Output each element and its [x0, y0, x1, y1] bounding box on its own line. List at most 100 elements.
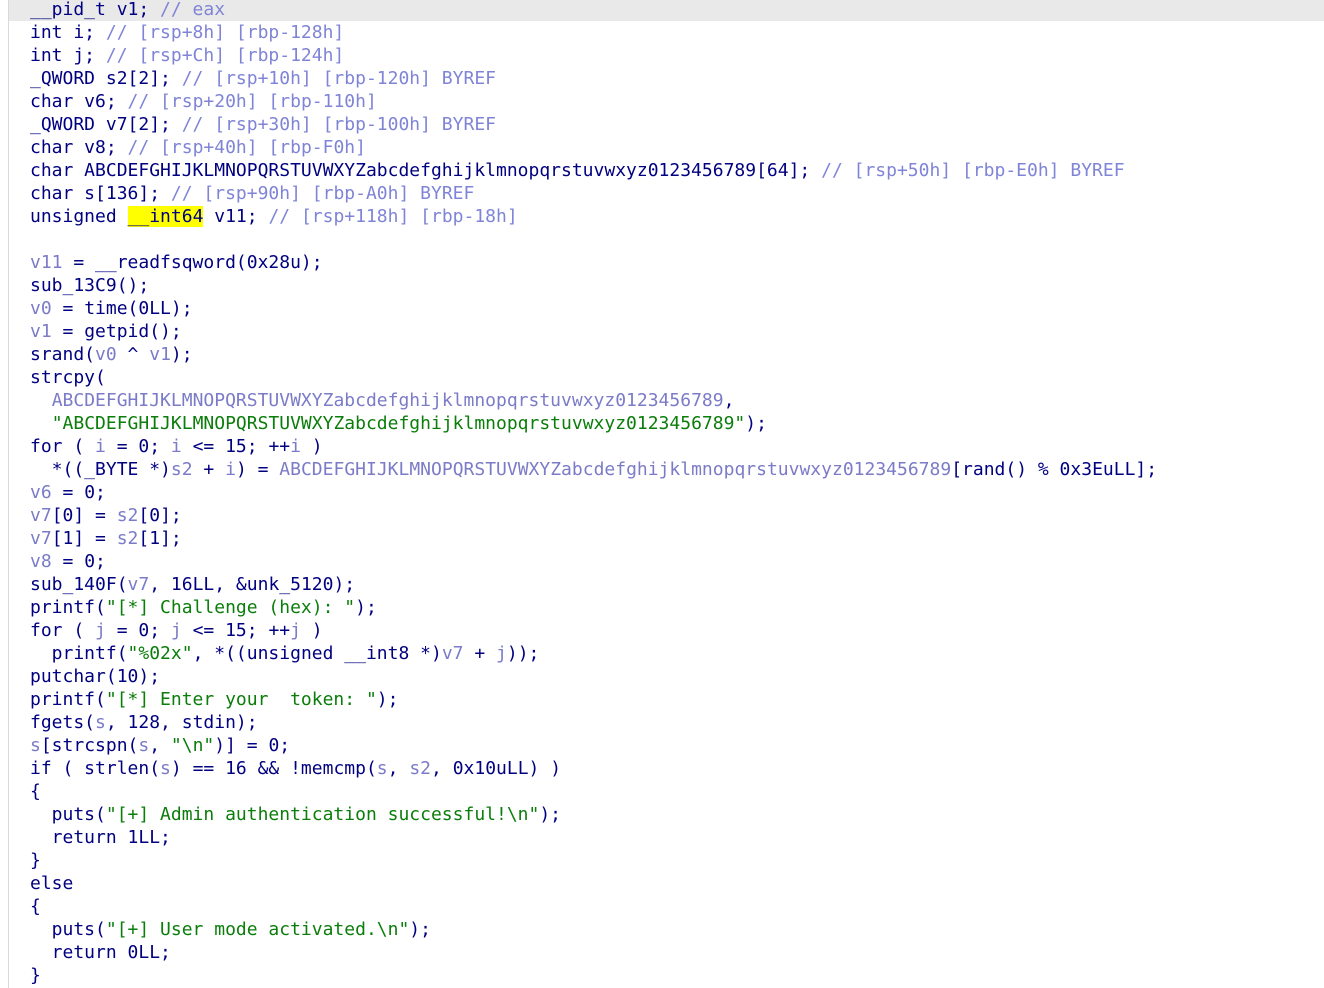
code-line[interactable]: int i; // [rsp+8h] [rbp-128h]: [30, 21, 344, 44]
code-line[interactable]: v11 = __readfsqword(0x28u);: [30, 251, 323, 274]
code-token[interactable]: sub_140F(: [30, 574, 128, 595]
code-token[interactable]: ): [301, 436, 323, 457]
code-token[interactable]: )] = 0;: [214, 735, 290, 756]
code-token[interactable]: v0: [95, 344, 117, 365]
code-token[interactable]: [1] =: [52, 528, 117, 549]
code-token[interactable]: }: [30, 850, 41, 871]
code-token[interactable]: , 128, stdin);: [106, 712, 258, 733]
code-line[interactable]: char s[136]; // [rsp+90h] [rbp-A0h] BYRE…: [30, 182, 474, 205]
code-token[interactable]: <= 15; ++: [182, 436, 291, 457]
code-token[interactable]: ,: [149, 735, 171, 756]
code-token[interactable]: "ABCDEFGHIJKLMNOPQRSTUVWXYZabcdefghijklm…: [52, 413, 746, 434]
code-line[interactable]: printf("[*] Challenge (hex): ");: [30, 596, 377, 619]
code-token[interactable]: *((_BYTE *): [30, 459, 171, 480]
code-token[interactable]: s2: [171, 459, 193, 480]
code-token[interactable]: srand(: [30, 344, 95, 365]
code-token[interactable]: s2: [117, 505, 139, 526]
code-token[interactable]: puts(: [30, 919, 106, 940]
code-token[interactable]: [rand() % 0x3EuLL];: [951, 459, 1157, 480]
code-token[interactable]: );: [171, 344, 193, 365]
code-line[interactable]: }: [30, 849, 41, 872]
code-token[interactable]: i: [225, 459, 236, 480]
code-token[interactable]: [30, 390, 52, 411]
code-line[interactable]: for ( j = 0; j <= 15; ++j ): [30, 619, 323, 642]
code-token[interactable]: s: [377, 758, 388, 779]
code-line[interactable]: v7[0] = s2[0];: [30, 504, 182, 527]
code-token[interactable]: s2: [409, 758, 431, 779]
code-token[interactable]: char v6;: [30, 91, 128, 112]
code-token[interactable]: int j;: [30, 45, 106, 66]
code-line[interactable]: else: [30, 872, 73, 895]
code-token[interactable]: if ( strlen(: [30, 758, 160, 779]
code-token[interactable]: // [rsp+Ch] [rbp-124h]: [106, 45, 344, 66]
code-token[interactable]: s2: [117, 528, 139, 549]
code-line[interactable]: int j; // [rsp+Ch] [rbp-124h]: [30, 44, 344, 67]
code-token[interactable]: // [rsp+8h] [rbp-128h]: [106, 22, 344, 43]
code-token[interactable]: = __readfsqword(0x28u);: [63, 252, 322, 273]
code-token[interactable]: }: [30, 965, 41, 986]
code-token[interactable]: ABCDEFGHIJKLMNOPQRSTUVWXYZabcdefghijklmn…: [52, 390, 724, 411]
code-line[interactable]: sub_13C9();: [30, 274, 149, 297]
code-line[interactable]: return 1LL;: [30, 826, 171, 849]
code-token[interactable]: +: [464, 643, 497, 664]
code-token[interactable]: for (: [30, 436, 95, 457]
code-token[interactable]: __pid_t v1;: [30, 0, 160, 20]
code-line[interactable]: s[strcspn(s, "\n")] = 0;: [30, 734, 290, 757]
code-token[interactable]: _QWORD s2[2];: [30, 68, 182, 89]
code-token[interactable]: v8: [30, 551, 52, 572]
code-token[interactable]: s: [30, 735, 41, 756]
code-token[interactable]: // eax: [160, 0, 225, 20]
code-token[interactable]: // [rsp+40h] [rbp-F0h]: [128, 137, 366, 158]
code-token[interactable]: = 0;: [52, 551, 106, 572]
code-token[interactable]: );: [355, 597, 377, 618]
code-token[interactable]: v6: [30, 482, 52, 503]
code-token[interactable]: ^: [117, 344, 150, 365]
code-line[interactable]: }: [30, 964, 41, 987]
code-token[interactable]: v1: [30, 321, 52, 342]
code-token[interactable]: int i;: [30, 22, 106, 43]
code-token[interactable]: j: [496, 643, 507, 664]
code-token[interactable]: = 0;: [106, 436, 171, 457]
highlighted-token[interactable]: __int64: [127, 206, 204, 227]
code-token[interactable]: [30, 413, 52, 434]
pseudocode-view[interactable]: __pid_t v1; // eax int i; // [rsp+8h] [rb…: [0, 0, 1324, 988]
code-token[interactable]: v7: [30, 505, 52, 526]
code-token[interactable]: );: [409, 919, 431, 940]
code-line[interactable]: fgets(s, 128, stdin);: [30, 711, 258, 734]
code-token[interactable]: s: [160, 758, 171, 779]
code-token[interactable]: , 16LL, &unk_5120);: [149, 574, 355, 595]
code-line[interactable]: return 0LL;: [30, 941, 171, 964]
code-token[interactable]: ) == 16 && !memcmp(: [171, 758, 377, 779]
code-token[interactable]: <= 15; ++: [182, 620, 291, 641]
code-line[interactable]: for ( i = 0; i <= 15; ++i ): [30, 435, 323, 458]
code-line[interactable]: unsigned __int64 v11; // [rsp+118h] [rbp…: [30, 205, 518, 228]
code-token[interactable]: printf(: [30, 689, 106, 710]
code-token[interactable]: s: [138, 735, 149, 756]
code-token[interactable]: ) =: [236, 459, 279, 480]
code-token[interactable]: ));: [507, 643, 540, 664]
code-token[interactable]: , 0x10uLL) ): [431, 758, 561, 779]
code-token[interactable]: _QWORD v7[2];: [30, 114, 182, 135]
code-token[interactable]: fgets(: [30, 712, 95, 733]
code-token[interactable]: );: [377, 689, 399, 710]
code-line[interactable]: *((_BYTE *)s2 + i) = ABCDEFGHIJKLMNOPQRS…: [30, 458, 1157, 481]
code-token[interactable]: i: [290, 436, 301, 457]
code-token[interactable]: v1: [149, 344, 171, 365]
code-token[interactable]: +: [193, 459, 226, 480]
code-token[interactable]: v11: [30, 252, 63, 273]
code-token[interactable]: ,: [388, 758, 410, 779]
code-token[interactable]: char ABCDEFGHIJKLMNOPQRSTUVWXYZabcdefghi…: [30, 160, 821, 181]
code-line[interactable]: if ( strlen(s) == 16 && !memcmp(s, s2, 0…: [30, 757, 561, 780]
code-line[interactable]: puts("[+] Admin authentication successfu…: [30, 803, 561, 826]
code-token[interactable]: , *((unsigned __int8 *): [193, 643, 442, 664]
code-line[interactable]: printf("%02x", *((unsigned __int8 *)v7 +…: [30, 642, 540, 665]
code-token[interactable]: unsigned: [30, 206, 128, 227]
code-line[interactable]: {: [30, 780, 41, 803]
code-token[interactable]: "%02x": [128, 643, 193, 664]
code-token[interactable]: return 0LL;: [30, 942, 171, 963]
code-line[interactable]: printf("[*] Enter your token: ");: [30, 688, 398, 711]
code-line[interactable]: _QWORD v7[2]; // [rsp+30h] [rbp-100h] BY…: [30, 113, 496, 136]
code-token[interactable]: "\n": [171, 735, 214, 756]
code-token[interactable]: // [rsp+50h] [rbp-E0h] BYREF: [821, 160, 1124, 181]
code-token[interactable]: v0: [30, 298, 52, 319]
